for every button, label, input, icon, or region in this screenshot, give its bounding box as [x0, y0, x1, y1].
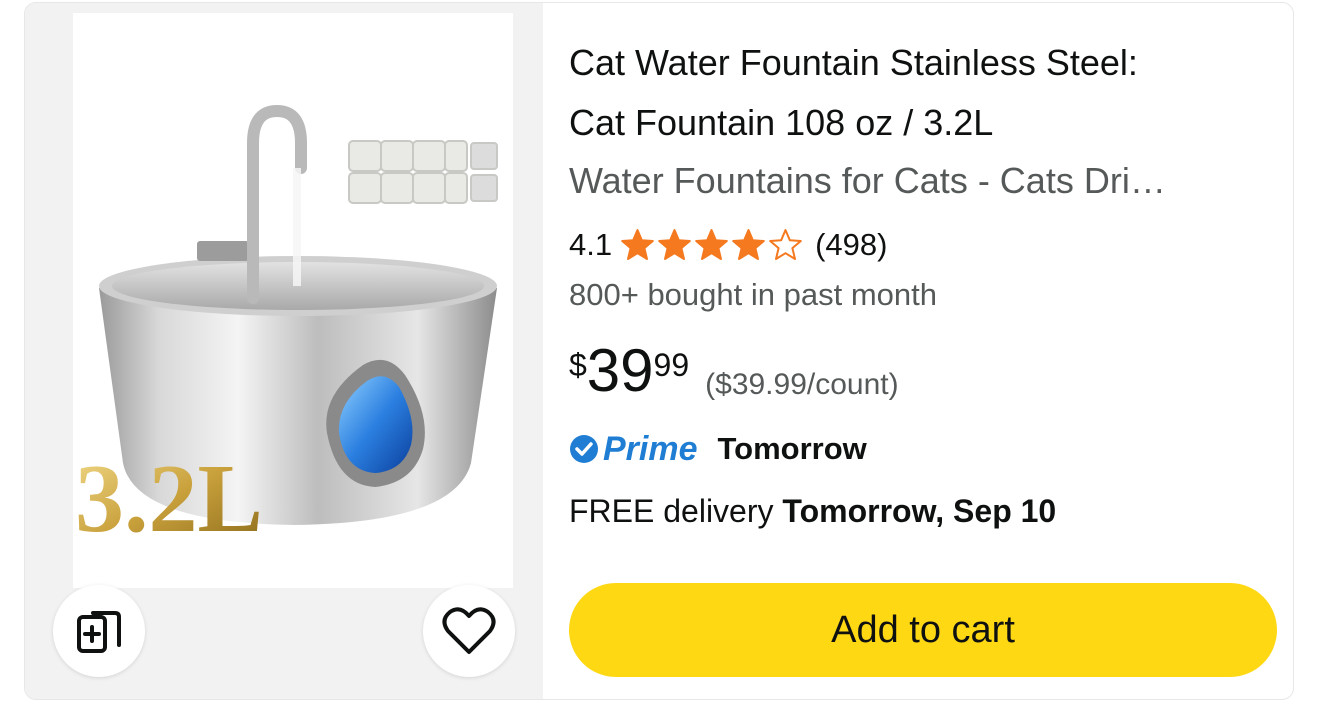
star-full-icon [658, 228, 691, 260]
delivery-info: FREE delivery Tomorrow, Sep 10 [569, 489, 1056, 533]
product-image[interactable]: 3.2L [25, 3, 543, 603]
compare-cards-icon [77, 611, 121, 653]
product-info: Cat Water Fountain Stainless Steel: Cat … [569, 3, 1293, 699]
price-whole: 39 [586, 337, 654, 404]
product-title-line-1[interactable]: Cat Water Fountain Stainless Steel: [569, 42, 1138, 83]
rating-value: 4.1 [569, 227, 613, 262]
price-fraction: 99 [653, 347, 690, 383]
star-full-icon [695, 228, 728, 260]
prime-label: Prime [603, 429, 698, 468]
rating-row[interactable]: 4.1 (498) [569, 223, 887, 267]
prime-delivery-row: Prime Tomorrow [569, 427, 867, 471]
heart-icon [442, 607, 496, 654]
price-currency: $ [569, 347, 587, 383]
prime-delivery-label: Tomorrow [717, 431, 867, 466]
compare-button[interactable] [53, 585, 145, 677]
rating-count[interactable]: (498) [815, 227, 887, 263]
price: $ 39 99 ($39.99/count) [569, 339, 899, 405]
wishlist-button[interactable] [423, 585, 515, 677]
product-card[interactable]: 3.2L Cat Water Fountain Stainless Steel:… [24, 2, 1294, 700]
prime-check-icon [570, 435, 598, 463]
delivery-date: Tomorrow, Sep 10 [782, 493, 1057, 529]
add-to-cart-button[interactable]: Add to cart [569, 583, 1277, 677]
product-title[interactable]: Cat Water Fountain Stainless Steel: Cat … [569, 33, 1269, 153]
product-image-panel[interactable]: 3.2L [25, 3, 543, 699]
product-title-line-2[interactable]: Cat Fountain 108 oz / 3.2L [569, 102, 993, 143]
product-image-badge: 3.2L [75, 445, 263, 553]
product-subtitle[interactable]: Water Fountains for Cats - Cats Dri… [569, 151, 1269, 211]
star-rating [620, 228, 805, 263]
prime-logo: Prime [569, 430, 698, 469]
star-full-icon [732, 228, 765, 260]
star-empty-icon [769, 228, 802, 260]
unit-price: ($39.99/count) [705, 368, 899, 401]
bought-in-past-month: 800+ bought in past month [569, 277, 937, 312]
delivery-prefix: FREE delivery [569, 493, 774, 529]
star-full-icon [621, 228, 654, 260]
